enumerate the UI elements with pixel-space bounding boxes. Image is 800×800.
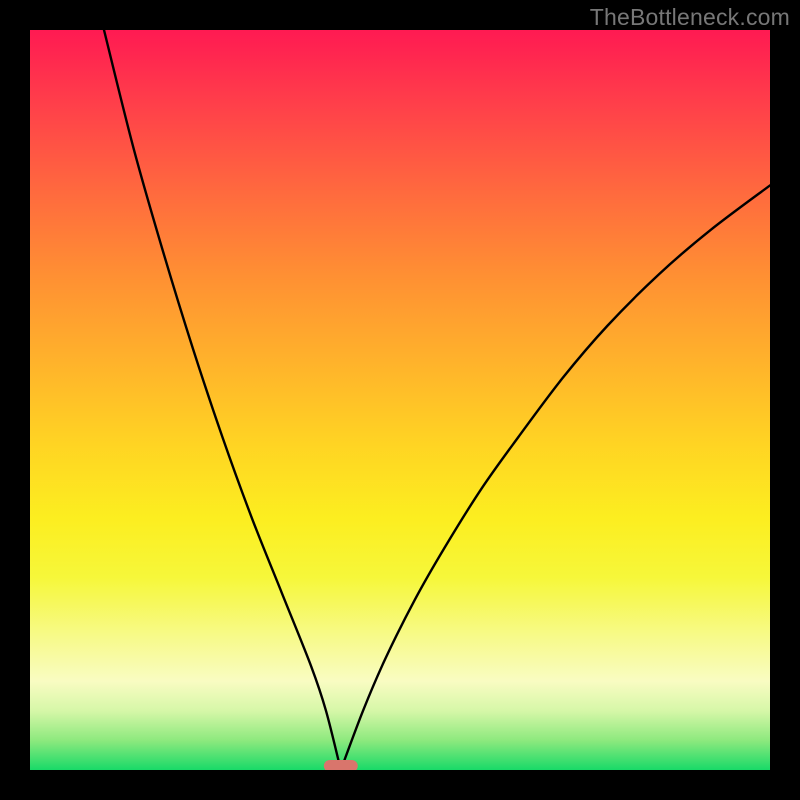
- plot-area: [30, 30, 770, 770]
- curve-left-branch: [104, 30, 341, 770]
- curve-right-branch: [341, 185, 770, 770]
- optimal-marker: [324, 760, 358, 770]
- chart-frame: TheBottleneck.com: [0, 0, 800, 800]
- watermark-text: TheBottleneck.com: [590, 4, 790, 31]
- bottleneck-curve: [30, 30, 770, 770]
